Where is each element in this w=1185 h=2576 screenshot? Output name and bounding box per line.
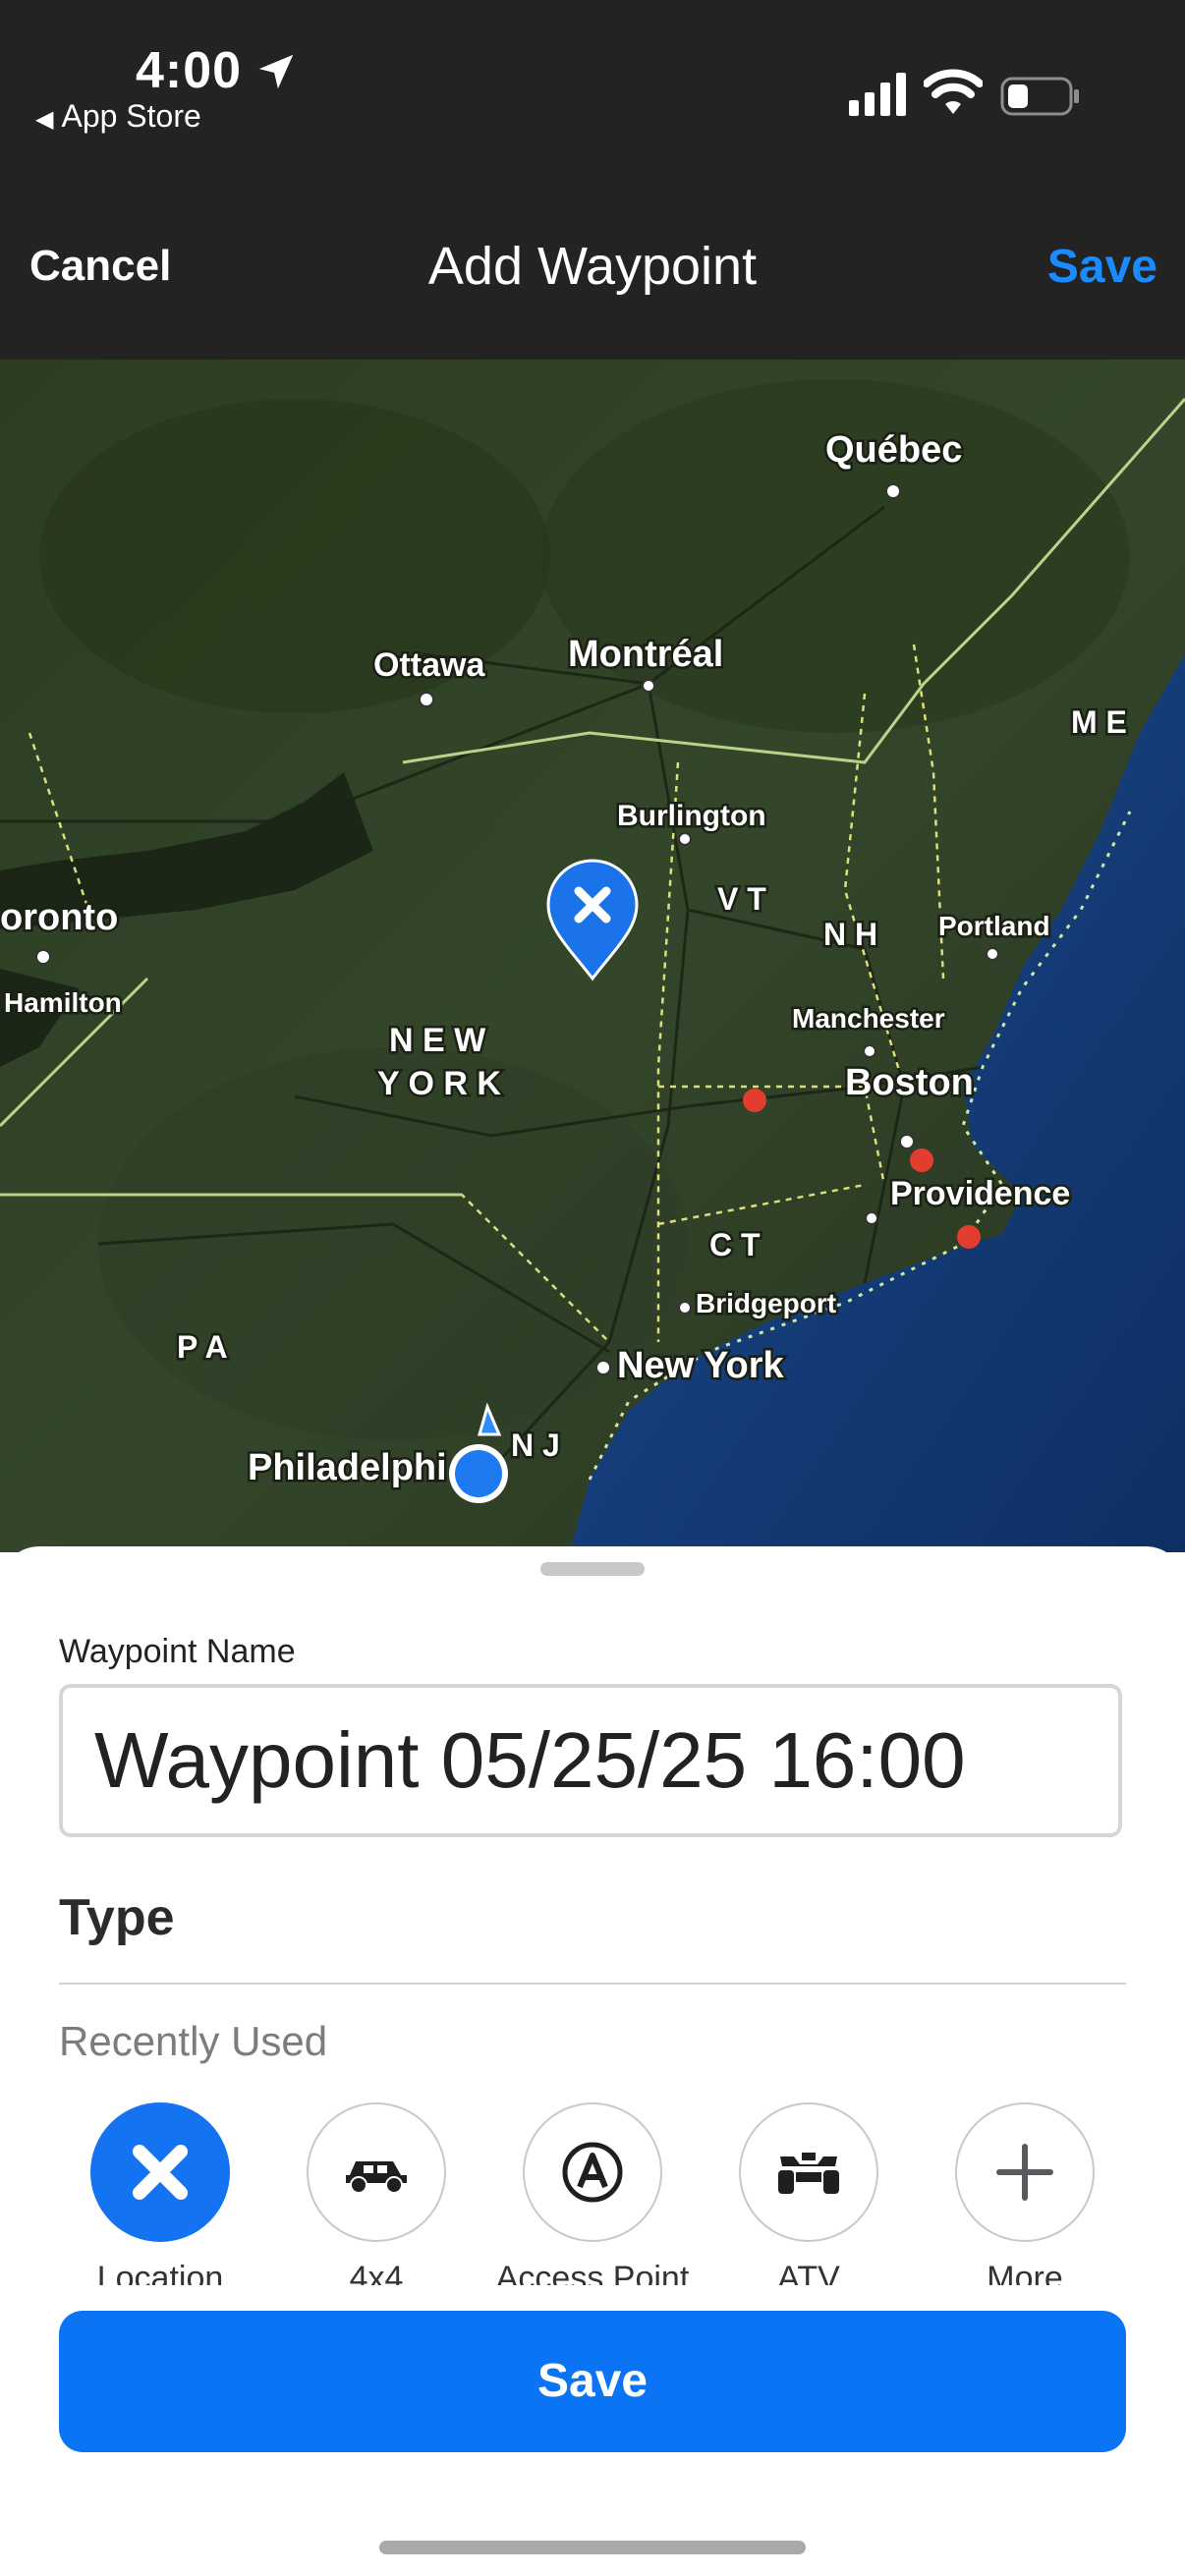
- waypoint-name-input[interactable]: Waypoint 05/25/25 16:00: [59, 1684, 1122, 1837]
- map-label-manchester: Manchester: [792, 1003, 945, 1034]
- map-label-quebec: Québec: [825, 429, 962, 471]
- page-title: Add Waypoint: [427, 237, 758, 296]
- map-label-nh: N H: [823, 917, 877, 952]
- type-more[interactable]: More: [917, 2102, 1133, 2285]
- map-label-vt: V T: [717, 881, 766, 917]
- status-and-nav-bar: 4:00 ◀ App Store Cancel Add Waypoint Save: [0, 0, 1185, 360]
- map-label-boston: Boston: [845, 1062, 974, 1103]
- back-to-app-store[interactable]: ◀ App Store: [35, 98, 201, 135]
- status-time: 4:00: [136, 42, 243, 99]
- map-label-toronto: oronto: [0, 897, 118, 938]
- waypoint-name-label: Waypoint Name: [59, 1633, 296, 1670]
- map-label-bridgeport: Bridgeport: [696, 1288, 836, 1318]
- sheet-grabber[interactable]: [540, 1562, 645, 1576]
- access-point-icon: [562, 2142, 623, 2203]
- offroad-vehicle-icon: [346, 2161, 407, 2194]
- map-label-new: N E W: [389, 1022, 486, 1059]
- plus-icon: [996, 2144, 1053, 2201]
- type-4x4-circle[interactable]: [307, 2102, 446, 2242]
- type-location[interactable]: Location: [52, 2102, 268, 2285]
- recently-used-label: Recently Used: [59, 2018, 328, 2064]
- map-label-montreal: Montréal: [568, 634, 723, 675]
- map-label-ct: C T: [709, 1227, 761, 1262]
- type-access-point-circle[interactable]: [523, 2102, 662, 2242]
- map-label-philadelphia: Philadelphi: [248, 1447, 447, 1488]
- type-label: ATV: [777, 2260, 840, 2285]
- type-more-circle[interactable]: [955, 2102, 1095, 2242]
- atv-icon: [778, 2153, 839, 2194]
- map-label-nj: N J: [511, 1428, 560, 1463]
- type-label: More: [987, 2260, 1063, 2285]
- back-triangle-icon: ◀: [35, 106, 54, 133]
- map-label-newyork: New York: [617, 1345, 785, 1386]
- bottom-sheet: Waypoint Name Waypoint 05/25/25 16:00 Ty…: [0, 1546, 1185, 2576]
- battery-icon: [1000, 77, 1079, 116]
- satellite-map: Québec Ottawa Montréal M E Burlington V …: [0, 360, 1185, 1552]
- type-heading: Type: [59, 1889, 175, 1946]
- map-label-pa: P A: [177, 1329, 228, 1365]
- map-view[interactable]: Québec Ottawa Montréal M E Burlington V …: [0, 360, 1185, 1552]
- type-carousel[interactable]: Location 4x4 Access Point ATV More: [0, 2102, 1185, 2285]
- location-arrow-icon: [258, 54, 294, 89]
- map-label-ottawa: Ottawa: [373, 646, 485, 684]
- map-label-burlington: Burlington: [617, 800, 766, 832]
- map-label-portland: Portland: [938, 911, 1050, 941]
- home-indicator: [379, 2541, 806, 2554]
- map-label-hamilton: Hamilton: [4, 987, 122, 1018]
- map-label-providence: Providence: [890, 1175, 1070, 1212]
- back-app-label: App Store: [61, 98, 201, 134]
- type-access-point[interactable]: Access Point: [484, 2102, 701, 2285]
- wifi-icon: [924, 69, 983, 114]
- type-atv-circle[interactable]: [739, 2102, 878, 2242]
- map-label-york: Y O R K: [377, 1065, 501, 1102]
- type-label: Access Point: [495, 2260, 690, 2285]
- type-label: 4x4: [349, 2260, 404, 2285]
- map-label-me: M E: [1071, 704, 1127, 740]
- type-location-circle[interactable]: [90, 2102, 230, 2242]
- type-atv[interactable]: ATV: [701, 2102, 917, 2285]
- divider: [59, 1983, 1126, 1985]
- type-4x4[interactable]: 4x4: [268, 2102, 484, 2285]
- type-label: Location: [96, 2260, 224, 2285]
- signal-icon: [849, 73, 906, 116]
- nav-save-button[interactable]: Save: [1047, 240, 1157, 294]
- x-icon: [133, 2145, 188, 2200]
- save-button[interactable]: Save: [59, 2311, 1126, 2452]
